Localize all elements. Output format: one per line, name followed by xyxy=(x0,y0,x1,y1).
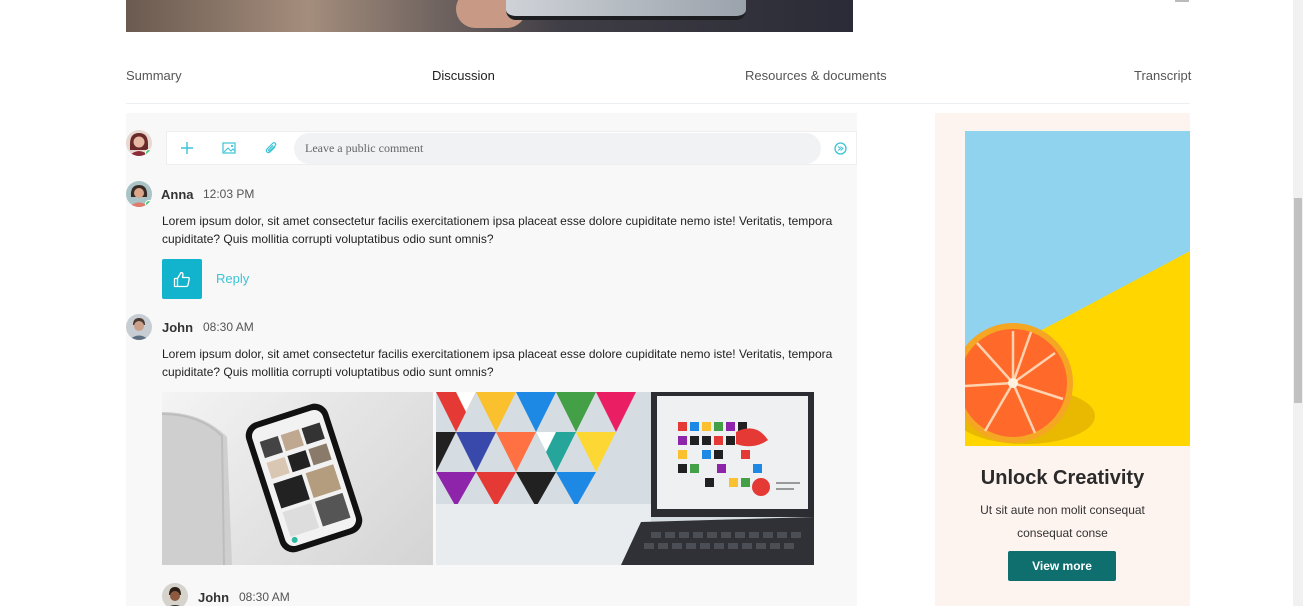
comment-text: Lorem ipsum dolor, sit amet consectetur … xyxy=(162,214,833,246)
attachment-image-phone[interactable] xyxy=(162,392,433,565)
image-icon[interactable] xyxy=(221,140,237,156)
page-scrollbar[interactable] xyxy=(1293,0,1303,606)
avatar-anna[interactable] xyxy=(126,181,152,207)
discussion-panel: Anna 12:03 PM Lorem ipsum dolor, sit ame… xyxy=(126,113,857,606)
hero-laptop xyxy=(506,0,746,20)
avatar-john-2[interactable] xyxy=(162,583,188,606)
comment-author[interactable]: John xyxy=(198,590,229,605)
promo-image-grapefruit xyxy=(965,131,1190,446)
comment-timestamp: 12:03 PM xyxy=(203,187,255,201)
tab-transcript[interactable]: Transcript xyxy=(1134,68,1191,83)
comment-timestamp: 08:30 AM xyxy=(239,590,290,604)
plus-icon[interactable] xyxy=(179,140,195,156)
menu-icon[interactable] xyxy=(1175,0,1189,2)
comment-author[interactable]: Anna xyxy=(161,187,194,202)
thumbs-up-icon xyxy=(173,271,190,287)
current-user-avatar xyxy=(126,130,152,156)
online-status-dot xyxy=(145,200,152,207)
promo-card: Unlock Creativity Ut sit aute non molit … xyxy=(935,113,1190,606)
tab-bar: Summary Discussion Resources & documents… xyxy=(126,60,1191,104)
comment-author[interactable]: John xyxy=(162,320,193,335)
comment-input[interactable] xyxy=(294,133,821,164)
send-icon[interactable] xyxy=(832,140,848,156)
tab-summary[interactable]: Summary xyxy=(126,68,182,83)
attachment-image-laptop[interactable] xyxy=(436,392,814,565)
tab-discussion[interactable]: Discussion xyxy=(432,68,495,83)
hero-video-thumbnail[interactable] xyxy=(126,0,853,32)
avatar-john[interactable] xyxy=(126,314,152,340)
comment-timestamp: 08:30 AM xyxy=(203,320,254,334)
scrollbar-thumb[interactable] xyxy=(1294,198,1302,403)
view-more-button[interactable]: View more xyxy=(1008,551,1116,581)
promo-text: Ut sit aute non molit consequat consequa… xyxy=(980,503,1145,540)
comment-text: Lorem ipsum dolor, sit amet consectetur … xyxy=(162,347,833,379)
paperclip-icon[interactable] xyxy=(263,140,279,156)
comment-composer xyxy=(166,131,857,165)
tab-resources[interactable]: Resources & documents xyxy=(745,68,887,83)
promo-title: Unlock Creativity xyxy=(980,467,1145,489)
like-button[interactable] xyxy=(162,259,202,299)
reply-button[interactable]: Reply xyxy=(216,271,249,286)
online-status-dot xyxy=(145,149,152,156)
